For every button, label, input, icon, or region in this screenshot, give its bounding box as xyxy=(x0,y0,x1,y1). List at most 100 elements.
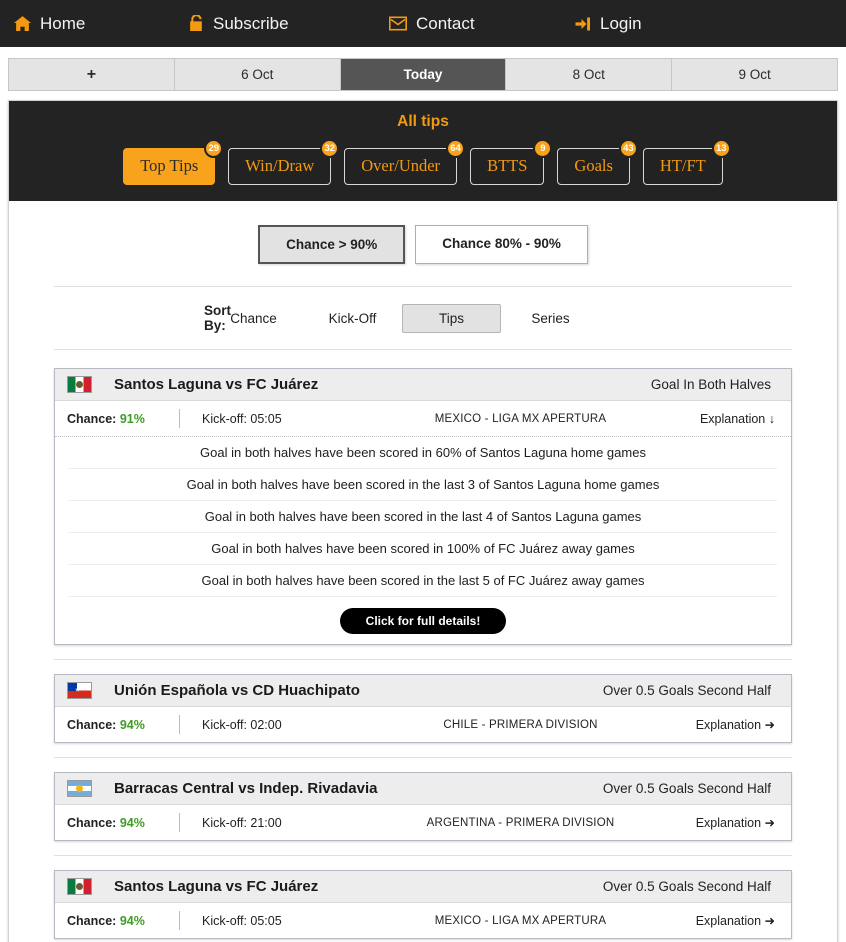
match-name: Barracas Central vs Indep. Rivadavia xyxy=(114,780,378,797)
filter-chance-above-90[interactable]: Chance > 90% xyxy=(258,225,406,264)
match-name: Santos Laguna vs FC Juárez xyxy=(114,376,319,393)
arrow-right-icon: ➜ xyxy=(764,914,775,928)
envelope-icon xyxy=(389,16,407,31)
league-name: MEXICO - LIGA MX APERTURA xyxy=(434,412,607,425)
nav-item-login[interactable]: Login xyxy=(574,14,642,34)
sign-in-icon xyxy=(574,16,591,32)
category-badge: 32 xyxy=(320,139,340,158)
nav-item-subscribe[interactable]: Subscribe xyxy=(189,14,389,34)
explanation-toggle[interactable]: Explanation ➜ xyxy=(654,717,779,732)
divider xyxy=(179,813,180,832)
sort-option-tips[interactable]: Tips xyxy=(402,303,501,333)
category-label: Win/Draw xyxy=(245,156,315,175)
date-tab-add[interactable]: + xyxy=(9,59,175,90)
category-tab-btts[interactable]: BTTS 9 xyxy=(470,139,553,185)
category-badge: 64 xyxy=(446,139,466,158)
category-tab-row: Top Tips 29 Win/Draw 32 Over/Under 64 BT… xyxy=(9,139,837,185)
divider xyxy=(179,911,180,930)
nav-label-contact: Contact xyxy=(416,13,475,33)
tip-card-header: Santos Laguna vs FC Juárez Goal In Both … xyxy=(55,369,791,401)
tip-card[interactable]: Barracas Central vs Indep. Rivadavia Ove… xyxy=(54,772,792,841)
tip-card-header: Unión Española vs CD Huachipato Over 0.5… xyxy=(55,675,791,707)
mexico-flag-icon xyxy=(67,878,92,895)
tip-card[interactable]: Unión Española vs CD Huachipato Over 0.5… xyxy=(54,674,792,743)
explanation-line: Goal in both halves have been scored in … xyxy=(69,501,777,533)
nav-label-subscribe: Subscribe xyxy=(213,13,289,33)
tip-card-header: Barracas Central vs Indep. Rivadavia Ove… xyxy=(55,773,791,805)
argentina-flag-icon xyxy=(67,780,92,797)
category-badge: 13 xyxy=(711,139,731,158)
chance-value: Chance: 94% xyxy=(67,914,179,928)
full-details-button[interactable]: Click for full details! xyxy=(339,608,507,634)
league-name: CHILE - PRIMERA DIVISION xyxy=(443,718,598,731)
tip-card-header: Santos Laguna vs FC Juárez Over 0.5 Goal… xyxy=(55,871,791,903)
chance-value: Chance: 94% xyxy=(67,816,179,830)
explanation-toggle[interactable]: Explanation ➜ xyxy=(654,815,779,830)
chance-value: Chance: 91% xyxy=(67,412,179,426)
category-tab-top-tips[interactable]: Top Tips 29 xyxy=(123,139,224,185)
date-tab-today[interactable]: Today xyxy=(340,59,507,90)
category-label: Top Tips xyxy=(140,156,199,175)
date-tab-6-oct[interactable]: 6 Oct xyxy=(175,59,341,90)
kickoff-time: Kick-off: 21:00 xyxy=(202,815,282,830)
explanation-line: Goal in both halves have been scored in … xyxy=(69,469,777,501)
filter-chance-80-90[interactable]: Chance 80% - 90% xyxy=(415,225,588,264)
category-tab-ht-ft[interactable]: HT/FT 13 xyxy=(642,139,731,185)
divider xyxy=(179,715,180,734)
unlock-icon xyxy=(189,15,204,32)
date-tab-9-oct[interactable]: 9 Oct xyxy=(672,59,837,90)
chance-percent: 94% xyxy=(119,913,145,928)
date-tab-8-oct[interactable]: 8 Oct xyxy=(506,59,673,90)
tip-card-meta: Chance: 94% Kick-off: 21:00 ARGENTINA - … xyxy=(55,805,791,840)
chance-label: Chance: xyxy=(67,913,117,928)
chance-label: Chance: xyxy=(67,815,117,830)
match-name: Santos Laguna vs FC Juárez xyxy=(114,878,319,895)
category-tab-over-under[interactable]: Over/Under 64 xyxy=(344,139,466,185)
nav-item-home[interactable]: Home xyxy=(14,14,189,34)
chile-flag-icon xyxy=(67,682,92,699)
sort-option-kick-off[interactable]: Kick-Off xyxy=(303,305,402,332)
tip-card-list: Santos Laguna vs FC Juárez Goal In Both … xyxy=(9,350,837,939)
chance-percent: 94% xyxy=(119,717,145,732)
category-tab-goals[interactable]: Goals 43 xyxy=(557,139,638,185)
chevron-down-icon: ↓ xyxy=(768,411,775,426)
details-button-wrap: Click for full details! xyxy=(69,597,777,634)
tip-card[interactable]: Santos Laguna vs FC Juárez Over 0.5 Goal… xyxy=(54,870,792,939)
category-tab-win-draw[interactable]: Win/Draw 32 xyxy=(228,139,340,185)
divider xyxy=(54,757,792,758)
page-title: All tips xyxy=(397,113,449,130)
explanation-line: Goal in both halves have been scored in … xyxy=(69,565,777,597)
league-name: MEXICO - LIGA MX APERTURA xyxy=(434,914,607,927)
sort-option-chance[interactable]: Chance xyxy=(204,305,303,332)
nav-item-contact[interactable]: Contact xyxy=(389,14,574,34)
explanation-line: Goal in both halves have been scored in … xyxy=(69,533,777,565)
category-badge: 29 xyxy=(204,139,224,158)
sort-by-label: Sort By: xyxy=(204,303,231,333)
explanation-line: Goal in both halves have been scored in … xyxy=(69,437,777,469)
tip-card-meta: Chance: 91% Kick-off: 05:05 MEXICO - LIG… xyxy=(55,401,791,436)
arrow-right-icon: ➜ xyxy=(764,718,775,732)
league-name: ARGENTINA - PRIMERA DIVISION xyxy=(426,816,615,829)
tip-type: Goal In Both Halves xyxy=(650,377,771,392)
tips-panel: All tips Top Tips 29 Win/Draw 32 Over/Un… xyxy=(8,100,838,942)
tip-card[interactable]: Santos Laguna vs FC Juárez Goal In Both … xyxy=(54,368,792,645)
kickoff-time: Kick-off: 05:05 xyxy=(202,411,282,426)
chance-value: Chance: 94% xyxy=(67,718,179,732)
kickoff-time: Kick-off: 05:05 xyxy=(202,913,282,928)
explanation-label: Explanation xyxy=(695,816,762,830)
nav-label-login: Login xyxy=(600,13,642,33)
tip-card-meta: Chance: 94% Kick-off: 02:00 CHILE - PRIM… xyxy=(55,707,791,742)
tip-type: Over 0.5 Goals Second Half xyxy=(602,879,771,894)
explanation-label: Explanation xyxy=(695,718,762,732)
sort-option-series[interactable]: Series xyxy=(501,305,600,332)
explanation-toggle[interactable]: Explanation ➜ xyxy=(654,913,779,928)
chance-percent: 91% xyxy=(119,411,145,426)
chance-label: Chance: xyxy=(67,717,117,732)
category-label: BTTS xyxy=(487,156,528,175)
chance-label: Chance: xyxy=(67,411,117,426)
tip-card-body: Goal in both halves have been scored in … xyxy=(55,436,791,644)
category-label: Over/Under xyxy=(361,156,441,175)
explanation-toggle[interactable]: Explanation ↓ xyxy=(654,412,779,426)
kickoff-time: Kick-off: 02:00 xyxy=(202,717,282,732)
category-badge: 43 xyxy=(618,139,638,158)
